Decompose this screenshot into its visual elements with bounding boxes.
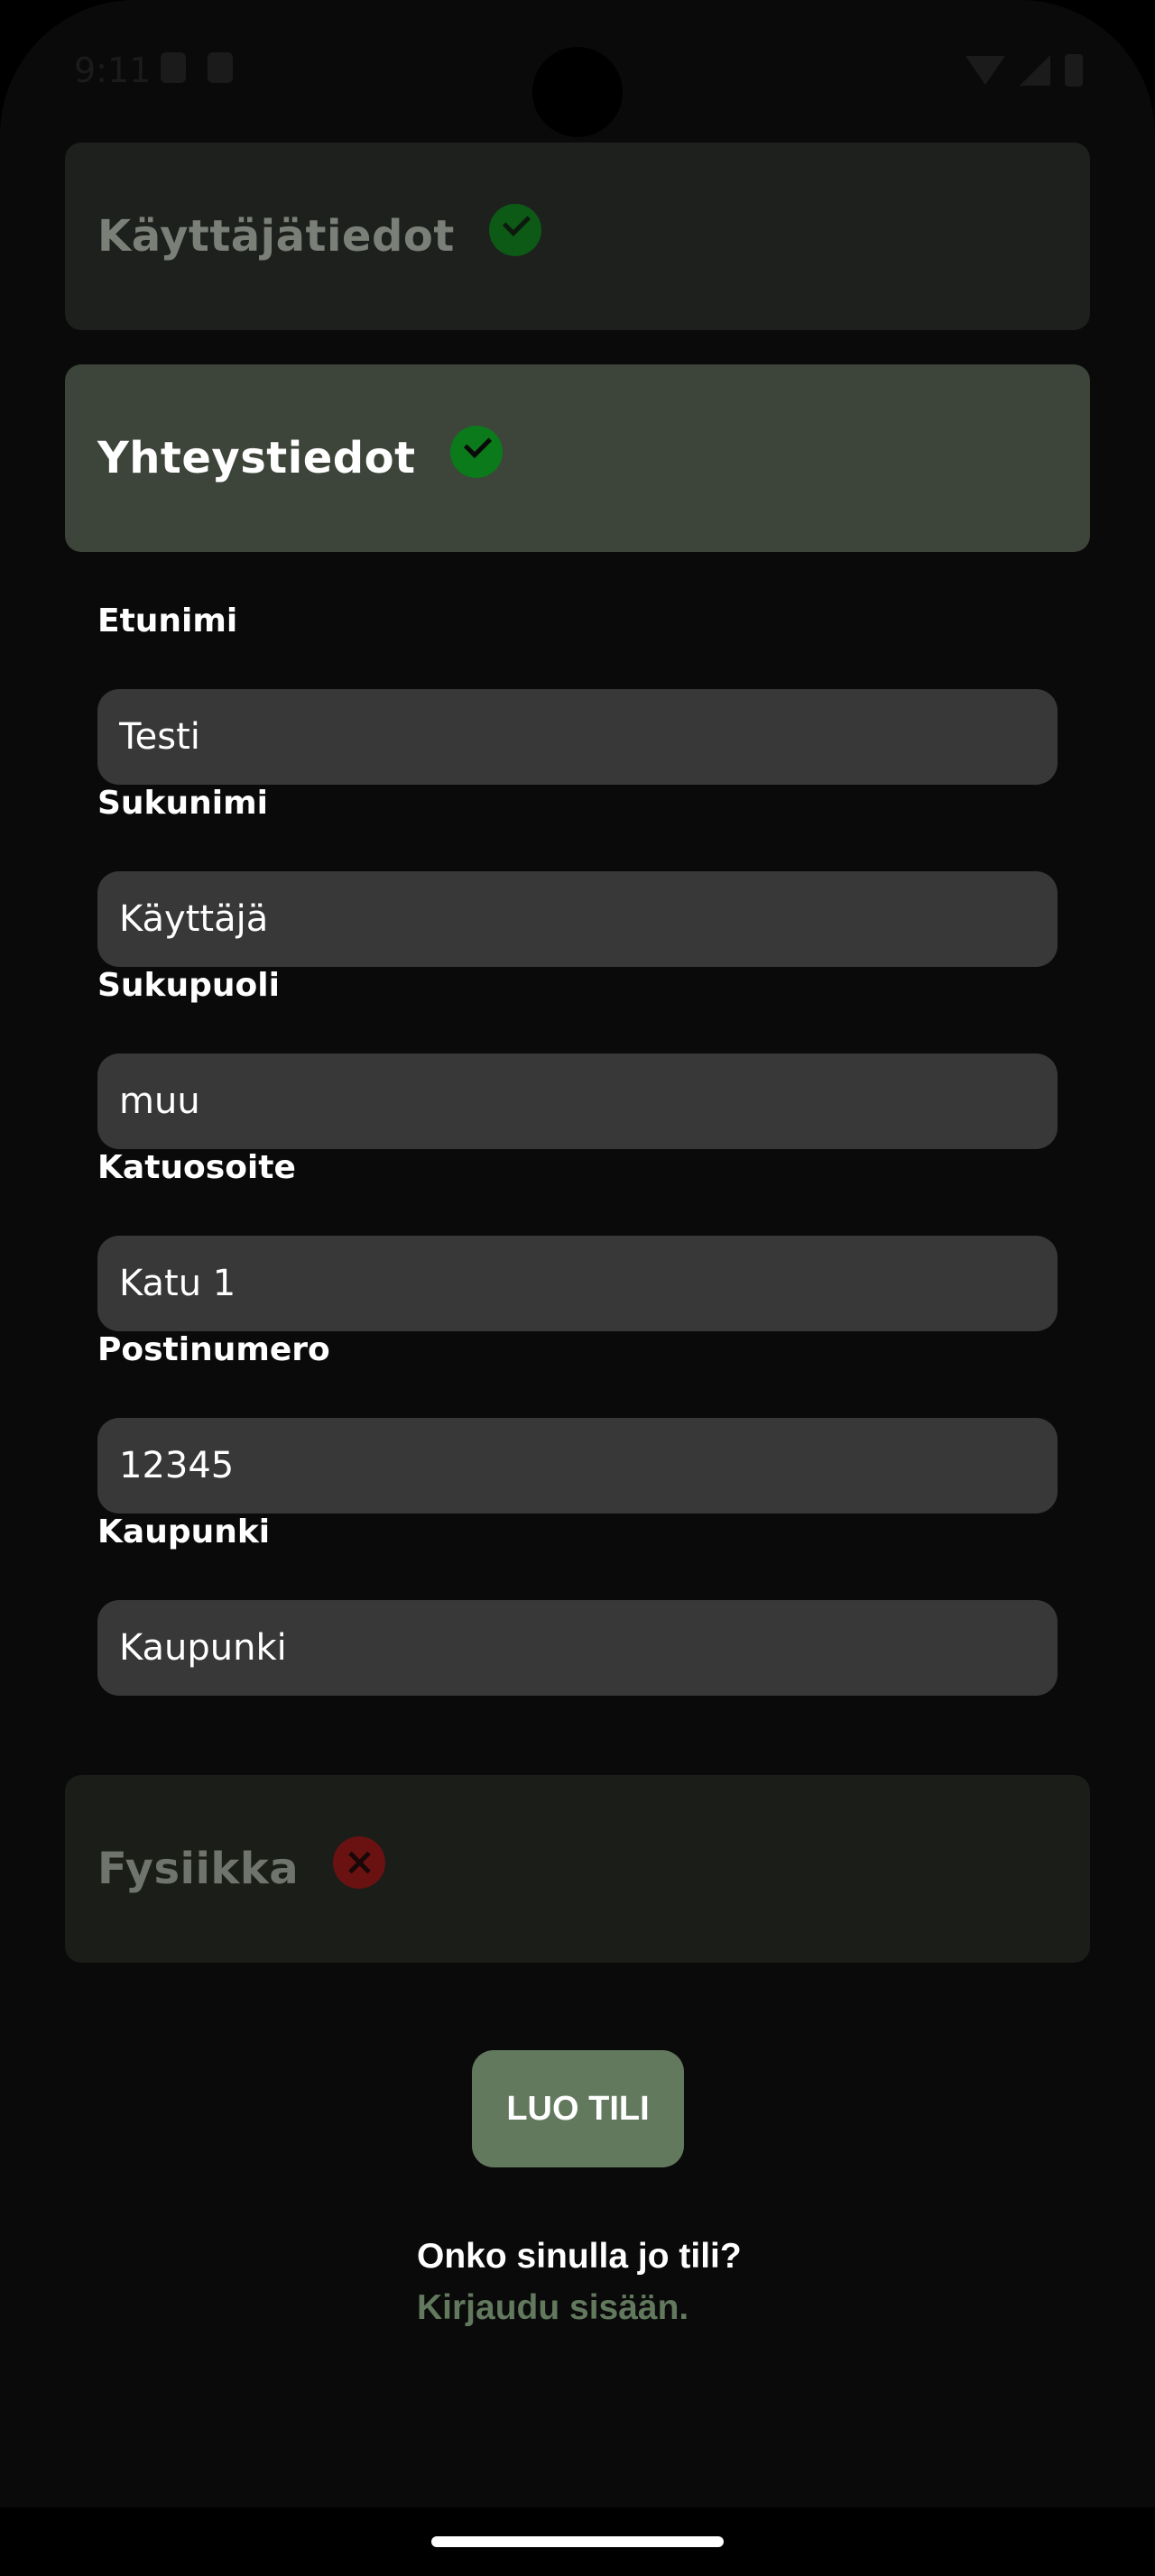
status-system-icons	[966, 54, 1083, 87]
section-title-physical: Fysiikka	[97, 1844, 300, 1894]
login-prompt: Onko sinulla jo tili?	[417, 2237, 742, 2276]
gender-field[interactable]	[97, 1053, 1058, 1149]
check-icon	[449, 426, 503, 478]
sd-card-icon	[208, 52, 233, 83]
app-screen: 9:11 Käyttäjätiedot Yhteystiedot Etunimi…	[0, 0, 1155, 2507]
first-name-label: Etunimi	[97, 603, 238, 639]
status-bar: 9:11	[0, 0, 1155, 137]
last-name-field[interactable]	[97, 871, 1058, 967]
section-contact-info[interactable]: Yhteystiedot	[65, 364, 1090, 552]
wifi-icon	[966, 56, 1005, 85]
section-physical[interactable]: Fysiikka	[65, 1775, 1090, 1963]
city-field[interactable]	[97, 1600, 1058, 1696]
battery-icon	[1065, 54, 1083, 87]
postal-code-field[interactable]	[97, 1418, 1058, 1513]
street-label: Katuosoite	[97, 1149, 296, 1186]
section-user-info[interactable]: Käyttäjätiedot	[65, 143, 1090, 330]
home-indicator[interactable]	[431, 2536, 724, 2547]
create-account-button[interactable]: LUO TILI	[472, 2050, 684, 2167]
camera-cutout	[532, 47, 623, 137]
city-label: Kaupunki	[97, 1513, 271, 1550]
signal-icon	[1020, 55, 1050, 86]
first-name-field[interactable]	[97, 689, 1058, 785]
status-time: 9:11	[74, 51, 152, 90]
postal-code-label: Postinumero	[97, 1331, 330, 1368]
last-name-label: Sukunimi	[97, 785, 268, 822]
gender-label: Sukupuoli	[97, 967, 280, 1004]
street-field[interactable]	[97, 1236, 1058, 1331]
status-notification-icons	[161, 52, 233, 83]
section-title-user-info: Käyttäjätiedot	[97, 211, 455, 262]
section-title-contact-info: Yhteystiedot	[97, 433, 416, 483]
login-link[interactable]: Kirjaudu sisään.	[417, 2288, 688, 2328]
data-saver-icon	[161, 52, 186, 83]
cross-icon	[333, 1836, 386, 1889]
check-icon	[488, 204, 541, 256]
